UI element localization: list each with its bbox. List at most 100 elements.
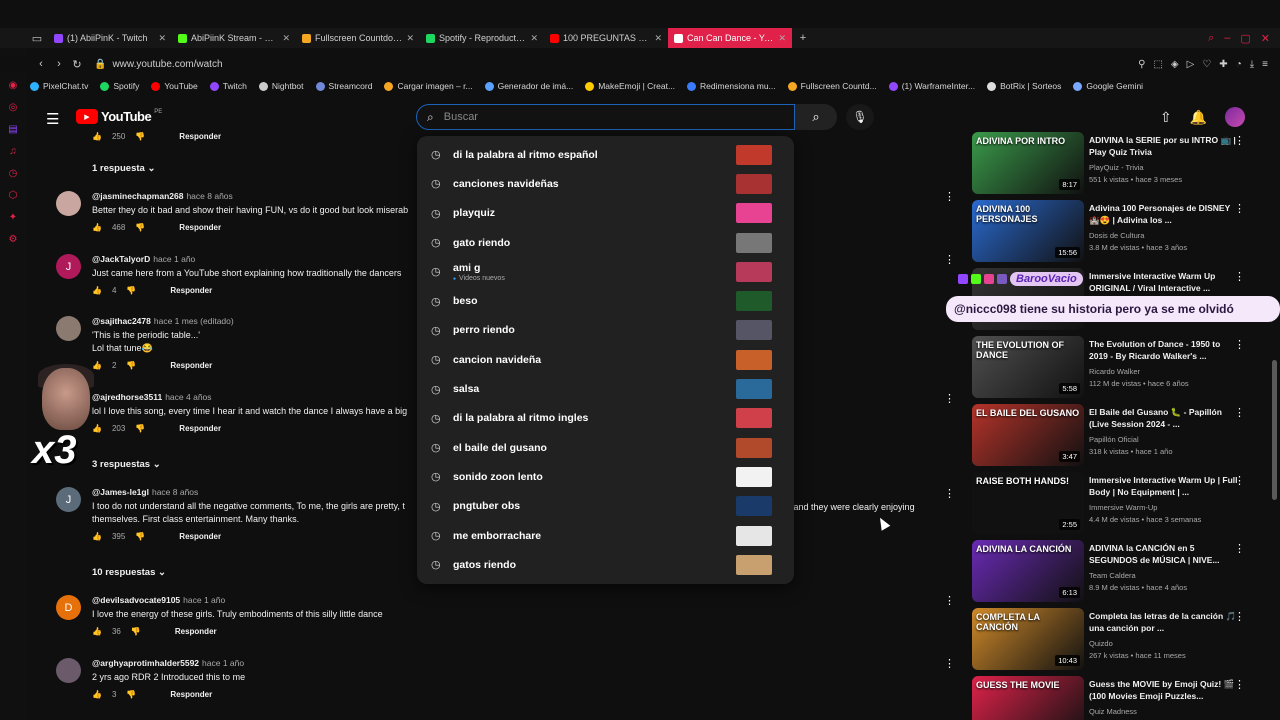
- search-suggestion[interactable]: ◷ cancion navideña: [417, 345, 794, 374]
- related-video[interactable]: THE EVOLUTION OF DANCE 5:58 The Evolution…: [972, 336, 1272, 400]
- dislike-icon[interactable]: 👎: [126, 286, 136, 295]
- search-suggestion[interactable]: ◷ perro riendo: [417, 316, 794, 345]
- close-tab-icon[interactable]: ✕: [778, 33, 786, 44]
- browser-tab[interactable]: Fullscreen Countdown | T✕: [296, 28, 420, 48]
- close-window-icon[interactable]: ✕: [1261, 32, 1270, 45]
- bookmark-item[interactable]: Spotify: [100, 81, 139, 91]
- like-icon[interactable]: 👍: [92, 286, 102, 295]
- url-field[interactable]: 🔒 www.youtube.com/watch: [94, 59, 223, 70]
- search-suggestion[interactable]: ◷ pngtuber obs: [417, 492, 794, 521]
- browser-tab[interactable]: AbiPiinK Stream - Wat ✕: [172, 28, 296, 48]
- music-icon[interactable]: ♫: [5, 144, 21, 160]
- video-thumbnail[interactable]: ADIVINA POR INTRO 8:17: [972, 132, 1084, 194]
- hamburger-menu-icon[interactable]: ☰: [46, 110, 59, 128]
- more-options-icon[interactable]: ⋮: [1234, 678, 1245, 691]
- more-options-icon[interactable]: ⋮: [1234, 542, 1245, 555]
- dislike-icon[interactable]: 👎: [135, 132, 145, 141]
- video-channel[interactable]: Papillón Oficial: [1089, 435, 1239, 444]
- back-icon[interactable]: ‹: [32, 58, 50, 70]
- reply-button[interactable]: Responder: [170, 690, 212, 699]
- bookmark-item[interactable]: PixelChat.tv: [30, 81, 88, 91]
- video-channel[interactable]: Team Caldera: [1089, 571, 1239, 580]
- comment-author[interactable]: @arghyaprotimhalder5592 hace 1 año: [92, 658, 936, 668]
- more-options-icon[interactable]: ⋮: [944, 657, 955, 670]
- more-options-icon[interactable]: ⋮: [944, 487, 955, 500]
- search-suggestion[interactable]: ◷ salsa: [417, 374, 794, 403]
- video-thumbnail[interactable]: ADIVINA 100 PERSONAJES 15:56: [972, 200, 1084, 262]
- reply-button[interactable]: Responder: [179, 132, 221, 141]
- browser-tab[interactable]: (1) AbiiPinK - Twitch ✕: [48, 28, 172, 48]
- avatar[interactable]: J: [56, 254, 81, 279]
- search-button[interactable]: ⌕: [795, 104, 837, 130]
- search-suggestion[interactable]: ◷ sonido zoon lento: [417, 462, 794, 491]
- twitch-icon[interactable]: ▤: [5, 122, 21, 138]
- avatar[interactable]: D: [56, 595, 81, 620]
- related-video[interactable]: GUESS THE MOVIE Guess the MOVIE by Emoji…: [972, 676, 1272, 720]
- search-suggestion[interactable]: ◷ me emborrachare: [417, 521, 794, 550]
- workspaces-icon[interactable]: ▭: [26, 28, 48, 48]
- scrollbar[interactable]: [1272, 360, 1277, 500]
- avatar[interactable]: J: [56, 487, 81, 512]
- related-video[interactable]: ADIVINA 100 PERSONAJES 15:56 Adivina 100 …: [972, 200, 1272, 264]
- camera-icon[interactable]: ◈: [1171, 59, 1179, 70]
- reply-button[interactable]: Responder: [179, 532, 221, 541]
- search-box[interactable]: ⌕: [416, 104, 795, 130]
- minimize-icon[interactable]: –: [1224, 32, 1230, 45]
- cube-icon[interactable]: ⬡: [5, 188, 21, 204]
- more-options-icon[interactable]: ⋮: [944, 253, 955, 266]
- account-avatar[interactable]: [1225, 107, 1246, 127]
- search-input[interactable]: [443, 111, 744, 123]
- bookmark-item[interactable]: Fullscreen Countd...: [787, 81, 877, 91]
- reply-button[interactable]: Responder: [170, 361, 212, 370]
- screenshot-icon[interactable]: ⬚: [1153, 59, 1162, 70]
- pin-icon[interactable]: ⚲: [1138, 59, 1145, 70]
- video-channel[interactable]: Immersive Warm-Up: [1089, 503, 1239, 512]
- close-tab-icon[interactable]: ✕: [406, 33, 414, 44]
- reload-icon[interactable]: ↻: [68, 58, 86, 71]
- close-tab-icon[interactable]: ✕: [530, 33, 538, 44]
- more-options-icon[interactable]: ⋮: [944, 594, 955, 607]
- dislike-icon[interactable]: 👎: [135, 532, 145, 541]
- bookmark-item[interactable]: Cargar imagen – r...: [384, 81, 473, 91]
- video-channel[interactable]: Quizdo: [1089, 639, 1239, 648]
- bookmark-item[interactable]: MakeEmoji | Creat...: [585, 81, 675, 91]
- bookmark-item[interactable]: Redimensiona mu...: [687, 81, 776, 91]
- bookmark-item[interactable]: Streamcord: [315, 81, 372, 91]
- dislike-icon[interactable]: 👎: [126, 361, 136, 370]
- related-video[interactable]: COMPLETA LA CANCIÓN 10:43 Completa las le…: [972, 608, 1272, 672]
- settings-icon[interactable]: ⚙: [5, 232, 21, 248]
- search-suggestion[interactable]: ◷ playquiz: [417, 199, 794, 228]
- voice-search-button[interactable]: 🎙: [846, 104, 874, 130]
- more-options-icon[interactable]: ⋮: [944, 392, 955, 405]
- search-suggestion[interactable]: ◷ ami gVideos nuevos: [417, 257, 794, 286]
- related-video[interactable]: ADIVINA POR INTRO 8:17 ADIVINA la SERIE p…: [972, 132, 1272, 196]
- video-title[interactable]: Completa las letras de la canción 🎵 una …: [1089, 610, 1239, 634]
- video-title[interactable]: El Baile del Gusano 🐛 - Papillón (Live S…: [1089, 406, 1239, 430]
- like-icon[interactable]: 👍: [92, 532, 102, 541]
- more-options-icon[interactable]: ⋮: [1234, 474, 1245, 487]
- messenger-icon[interactable]: ◉: [5, 78, 21, 94]
- video-title[interactable]: Immersive Interactive Warm Up | Full Bod…: [1089, 474, 1239, 498]
- search-suggestion[interactable]: ◷ di la palabra al ritmo español: [417, 140, 794, 169]
- upload-icon[interactable]: ⇧: [1160, 109, 1172, 126]
- more-options-icon[interactable]: ⋮: [944, 190, 955, 203]
- reply-button[interactable]: Responder: [179, 223, 221, 232]
- forward-icon[interactable]: ›: [50, 58, 68, 70]
- extensions-icon[interactable]: ✚: [1219, 59, 1227, 70]
- video-title[interactable]: Guess the MOVIE by Emoji Quiz! 🎬 (100 Mo…: [1089, 678, 1239, 702]
- related-video[interactable]: EL BAILE DEL GUSANO 3:47 El Baile del Gus…: [972, 404, 1272, 468]
- avatar[interactable]: [56, 316, 81, 341]
- bookmark-item[interactable]: Twitch: [209, 81, 247, 91]
- video-channel[interactable]: Dosis de Cultura: [1089, 231, 1239, 240]
- bookmark-item[interactable]: BotRix | Sorteos: [987, 81, 1061, 91]
- like-icon[interactable]: 👍: [92, 132, 102, 141]
- video-thumbnail[interactable]: COMPLETA LA CANCIÓN 10:43: [972, 608, 1084, 670]
- notifications-icon[interactable]: 🔔: [1190, 109, 1207, 126]
- whatsapp-icon[interactable]: ◎: [5, 100, 21, 116]
- video-title[interactable]: ADIVINA la CANCIÓN en 5 SEGUNDOS de MÚSI…: [1089, 542, 1239, 566]
- heart-icon[interactable]: ♡: [1202, 59, 1211, 70]
- video-channel[interactable]: Ricardo Walker: [1089, 367, 1239, 376]
- video-title[interactable]: ADIVINA la SERIE por su INTRO 📺 | Play Q…: [1089, 134, 1239, 158]
- more-options-icon[interactable]: ⋮: [1234, 406, 1245, 419]
- replies-toggle[interactable]: 10 respuestas ⌄: [92, 567, 166, 578]
